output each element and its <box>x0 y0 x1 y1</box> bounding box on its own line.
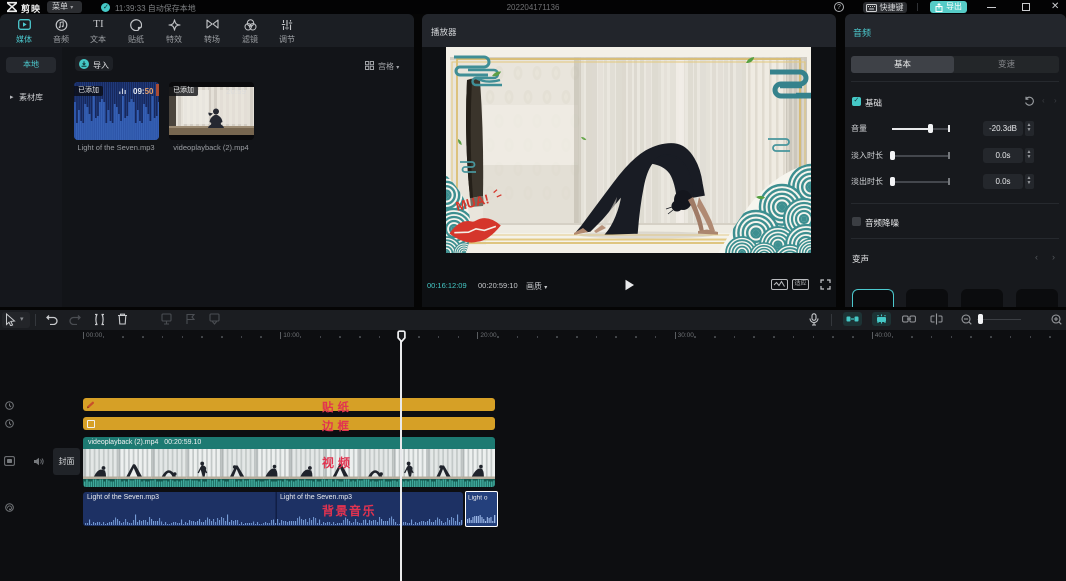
svg-text:Light o: Light o <box>468 495 488 502</box>
